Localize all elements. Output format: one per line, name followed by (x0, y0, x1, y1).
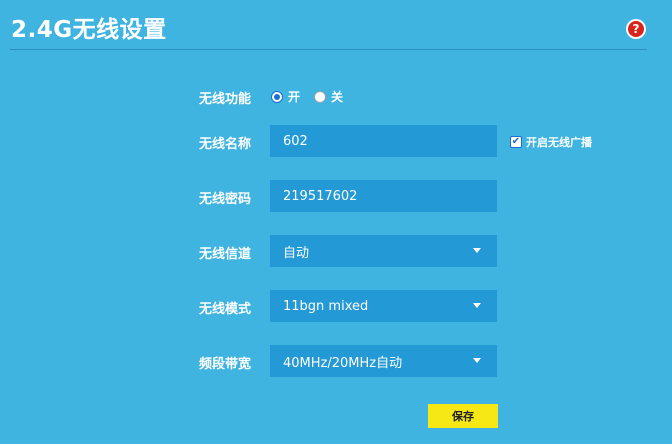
bandwidth-value: 40MHz/20MHz自动 (283, 355, 403, 371)
ssid-label: 无线名称 (199, 137, 252, 152)
channel-label: 无线信道 (199, 247, 252, 262)
question-mark-icon: ? (628, 21, 644, 37)
radio-on[interactable]: 开 (271, 88, 300, 105)
wireless-function-radio-group: 开 关 (271, 88, 357, 105)
title-divider (10, 49, 647, 50)
save-button[interactable]: 保存 (428, 404, 498, 428)
radio-on-indicator[interactable] (271, 90, 283, 103)
help-button[interactable]: ? (626, 19, 646, 39)
radio-off-label: 关 (331, 90, 344, 104)
broadcast-label: 开启无线广播 (526, 136, 592, 149)
password-label: 无线密码 (199, 192, 252, 207)
channel-value: 自动 (283, 245, 310, 261)
channel-select[interactable]: 自动 (270, 235, 497, 267)
broadcast-checkbox-group[interactable]: ✔ 开启无线广播 (510, 134, 592, 150)
ssid-input[interactable]: 602 (270, 125, 497, 157)
chevron-down-icon (473, 248, 481, 253)
radio-off[interactable]: 关 (314, 88, 343, 105)
wireless-function-label: 无线功能 (199, 92, 252, 107)
mode-label: 无线模式 (199, 302, 252, 317)
chevron-down-icon (473, 358, 481, 363)
page-title: 2.4G无线设置 (11, 17, 167, 43)
broadcast-checkbox[interactable]: ✔ (510, 136, 522, 148)
password-input[interactable]: 219517602 (270, 180, 497, 212)
bandwidth-select[interactable]: 40MHz/20MHz自动 (270, 345, 497, 377)
radio-on-label: 开 (288, 90, 301, 104)
mode-value: 11bgn mixed (283, 298, 369, 314)
radio-off-indicator[interactable] (314, 90, 327, 103)
mode-select[interactable]: 11bgn mixed (270, 290, 497, 322)
chevron-down-icon (473, 303, 481, 308)
bandwidth-label: 频段带宽 (199, 357, 252, 372)
